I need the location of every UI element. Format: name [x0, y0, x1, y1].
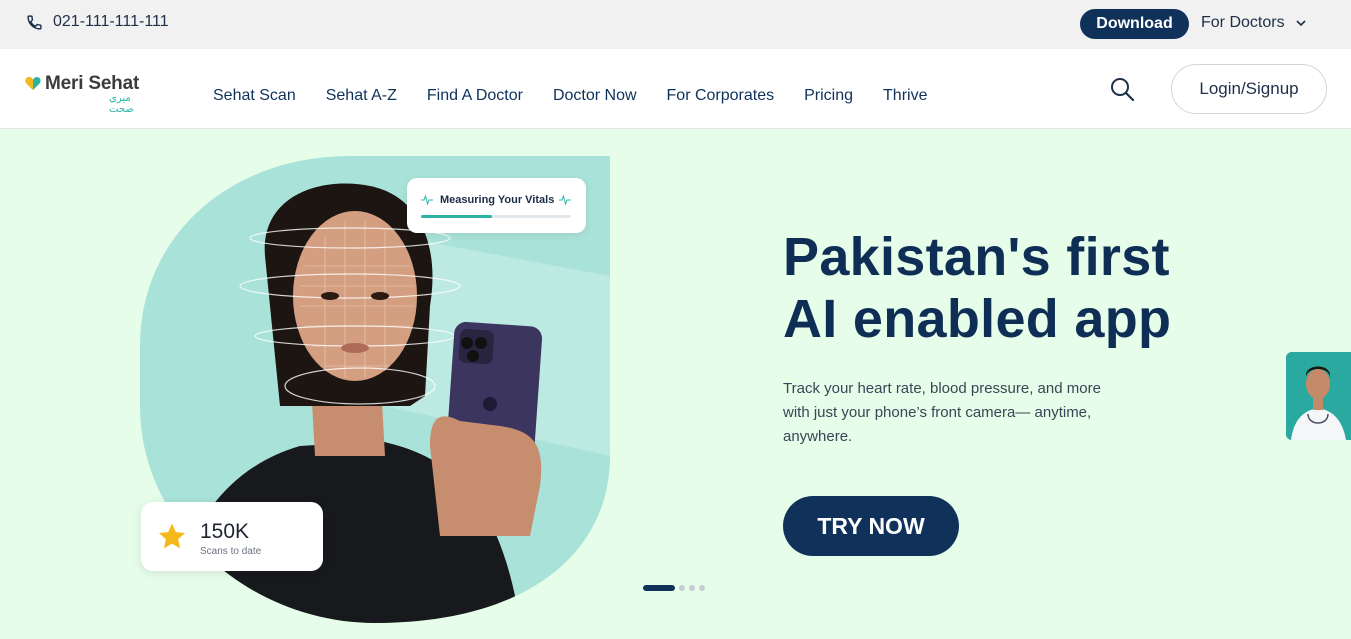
carousel-dot-1[interactable] — [643, 585, 675, 591]
doctor-chat-widget[interactable] — [1286, 352, 1351, 440]
hero-title: Pakistan's first AI enabled app — [783, 226, 1171, 350]
carousel-dot-2[interactable] — [679, 585, 685, 591]
search-icon[interactable] — [1109, 76, 1135, 102]
phone-number: 021-111-111-111 — [53, 13, 169, 30]
phone-contact[interactable]: 021-111-111-111 — [26, 13, 169, 31]
pulse-icon — [421, 194, 433, 206]
scans-count: 150K — [200, 520, 250, 543]
pulse-icon — [559, 194, 571, 206]
logo[interactable]: Meri Sehat میری صحت — [25, 73, 155, 115]
vitals-label: Measuring Your Vitals — [440, 194, 555, 206]
hero-title-line2: AI enabled app — [783, 289, 1172, 349]
chevron-down-icon — [1296, 20, 1306, 27]
try-now-button[interactable]: TRY NOW — [783, 496, 959, 556]
star-icon — [158, 523, 186, 549]
carousel-indicators — [643, 585, 705, 591]
hero-title-line1: Pakistan's first — [783, 227, 1170, 287]
nav-links: Sehat Scan Sehat A-Z Find A Doctor Docto… — [213, 87, 957, 105]
hero-subtitle: Track your heart rate, blood pressure, a… — [783, 380, 1101, 445]
phone-icon — [27, 14, 42, 30]
vitals-progress-fill — [421, 215, 492, 218]
download-button[interactable]: Download — [1080, 9, 1189, 39]
nav-link-for-corporates[interactable]: For Corporates — [667, 87, 775, 105]
logo-text: Meri Sehat — [45, 73, 140, 94]
nav-link-sehat-scan[interactable]: Sehat Scan — [213, 87, 296, 105]
for-doctors-dropdown[interactable]: For Doctors — [1201, 14, 1307, 32]
vitals-progress-bar — [421, 215, 571, 218]
nav-link-sehat-a-z[interactable]: Sehat A-Z — [326, 87, 397, 105]
login-signup-button[interactable]: Login/Signup — [1171, 64, 1327, 114]
nav-link-thrive[interactable]: Thrive — [883, 87, 927, 105]
heart-logo-icon — [25, 76, 41, 90]
top-bar: 021-111-111-111 Download For Doctors — [0, 0, 1351, 49]
carousel-dot-4[interactable] — [699, 585, 705, 591]
nav-link-pricing[interactable]: Pricing — [804, 87, 853, 105]
logo-urdu-text: میری صحت — [109, 93, 134, 115]
carousel-dot-3[interactable] — [689, 585, 695, 591]
scans-stat-card: 150K Scans to date — [141, 502, 323, 571]
for-doctors-label: For Doctors — [1201, 14, 1285, 31]
vitals-card: Measuring Your Vitals — [407, 178, 586, 233]
nav-link-doctor-now[interactable]: Doctor Now — [553, 87, 637, 105]
nav-link-find-a-doctor[interactable]: Find A Doctor — [427, 87, 523, 105]
scans-label: Scans to date — [200, 546, 262, 557]
